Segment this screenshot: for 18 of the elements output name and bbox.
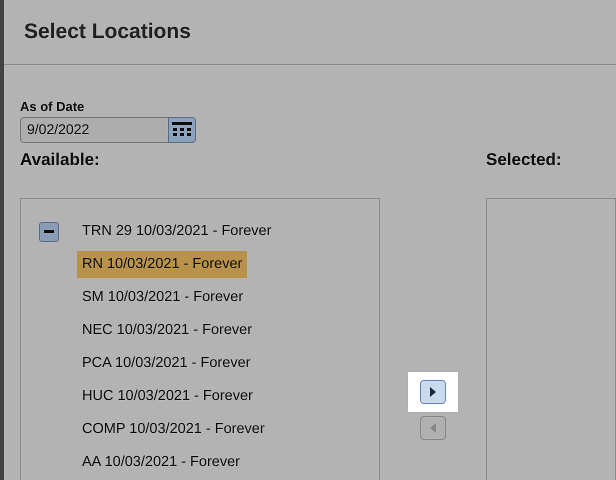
calendar-icon[interactable] [168, 116, 196, 142]
selected-label: Selected: [486, 148, 563, 170]
right-triangle-icon [430, 386, 436, 396]
collapse-icon[interactable] [39, 222, 59, 242]
date-field[interactable]: 9/02/2022 [20, 116, 168, 142]
available-label: Available: [20, 148, 101, 170]
tree-item[interactable]: SM 10/03/2021 - Forever [77, 284, 248, 312]
window-title: Select Locations [4, 0, 616, 65]
tree-item[interactable]: TRN 29 10/03/2021 - Forever [77, 218, 276, 246]
tree-item[interactable]: NEC 10/03/2021 - Forever [77, 316, 258, 344]
date-label: As of Date [20, 98, 86, 116]
tree-item[interactable]: HUC 10/03/2021 - Forever [77, 382, 258, 410]
tree-item[interactable]: AA 10/03/2021 - Forever [77, 448, 245, 476]
tree-item[interactable]: PCA 10/03/2021 - Forever [77, 350, 256, 378]
tree-item[interactable]: COMP 10/03/2021 - Forever [77, 416, 270, 444]
left-triangle-icon [430, 422, 436, 432]
tree-item[interactable]: RN 10/03/2021 - Forever [77, 250, 248, 278]
add-button[interactable] [420, 380, 446, 404]
